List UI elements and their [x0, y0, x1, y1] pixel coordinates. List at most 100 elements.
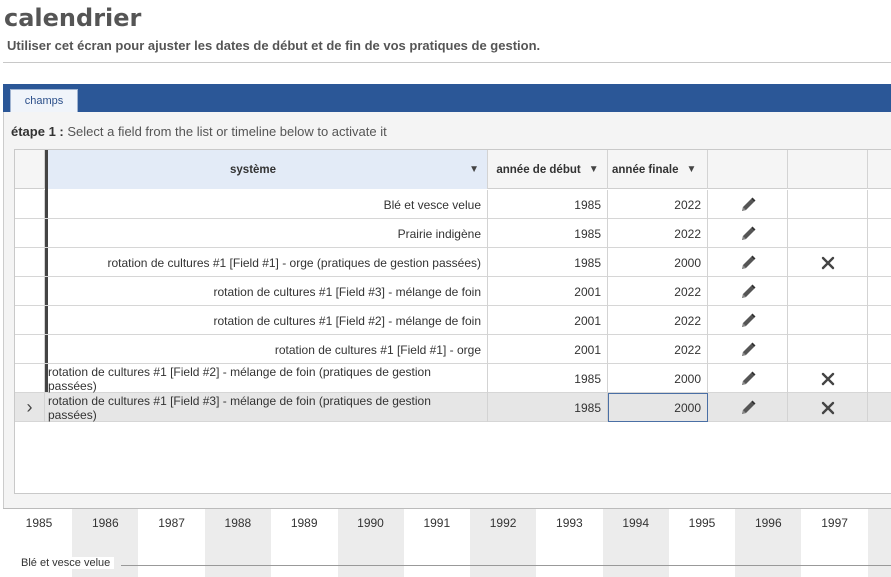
timeline-year-column[interactable]: 1987 — [139, 509, 205, 577]
timeline-year-column[interactable]: 1993 — [536, 509, 602, 577]
cell-start-year[interactable]: 2001 — [488, 306, 608, 335]
filter-icon[interactable]: ▼ — [686, 164, 696, 175]
cell-start-year[interactable]: 1985 — [488, 190, 608, 219]
delete-cell[interactable] — [788, 393, 868, 422]
timeline-year-column[interactable]: 1988 — [204, 509, 271, 577]
edit-button[interactable] — [708, 248, 788, 277]
timeline-row-label[interactable]: Blé et vesce velue — [21, 557, 115, 569]
timeline: 1 1997 1996 1995 1994 1993 1992 1991 1990 1989 198… — [3, 508, 891, 577]
cell-end-year[interactable]: 2022 — [608, 277, 708, 306]
pencil-icon — [739, 225, 757, 243]
chevron-right-icon: › — [26, 397, 33, 417]
timeline-year-column[interactable]: 1994 — [602, 509, 669, 577]
timeline-year-column[interactable]: 1991 — [404, 509, 470, 577]
header-end-year[interactable]: année finale ▼ — [608, 150, 708, 189]
edit-button[interactable] — [708, 277, 788, 306]
close-icon[interactable] — [821, 256, 835, 270]
row-indicator[interactable] — [15, 335, 45, 364]
cell-end-year[interactable]: 2022 — [608, 190, 708, 219]
cell-end-year[interactable]: 2000 — [608, 364, 708, 393]
page-subtitle: Utiliser cet écran pour ajuster les date… — [7, 38, 541, 53]
cell-start-year[interactable]: 1985 — [488, 219, 608, 248]
timeline-year-column[interactable]: 1995 — [669, 509, 735, 577]
delete-cell — [788, 190, 868, 219]
cell-end-year[interactable]: 2022 — [608, 335, 708, 364]
table-row[interactable]: Blé et vesce velue 1985 2022 — [15, 190, 891, 219]
row-indicator[interactable] — [15, 277, 45, 306]
delete-cell — [788, 335, 868, 364]
header-start-year[interactable]: année de début ▼ — [488, 150, 608, 189]
cell-start-year[interactable]: 1985 — [488, 248, 608, 277]
timeline-year-label: 1 — [868, 516, 891, 530]
timeline-year-label: 1986 — [91, 516, 119, 530]
delete-cell — [788, 277, 868, 306]
timeline-year-column[interactable]: 1996 — [735, 509, 802, 577]
table-row[interactable]: rotation de cultures #1 [Field #3] - mél… — [15, 277, 891, 306]
row-indicator[interactable] — [15, 190, 45, 219]
header-system[interactable]: système ▼ — [45, 150, 488, 189]
cell-system[interactable]: rotation de cultures #1 [Field #2] - mél… — [48, 364, 488, 393]
cell-start-year[interactable]: 1985 — [488, 393, 608, 422]
cell-system[interactable]: rotation de cultures #1 [Field #1] - org… — [48, 335, 488, 364]
header-indicator-cell — [15, 150, 45, 189]
edit-button[interactable] — [708, 219, 788, 248]
cell-system[interactable]: rotation de cultures #1 [Field #1] - org… — [48, 248, 488, 277]
edit-button[interactable] — [708, 190, 788, 219]
page-title: calendrier — [4, 4, 142, 32]
cell-system[interactable]: rotation de cultures #1 [Field #3] - mél… — [48, 393, 488, 422]
table-row[interactable]: › rotation de cultures #1 [Field #3] - mé… — [15, 393, 891, 422]
timeline-year-column[interactable]: 1989 — [271, 509, 337, 577]
timeline-year-column[interactable]: 1992 — [470, 509, 537, 577]
row-indicator[interactable] — [15, 248, 45, 277]
delete-cell[interactable] — [788, 364, 868, 393]
cell-start-year[interactable]: 1985 — [488, 364, 608, 393]
edit-button[interactable] — [708, 393, 788, 422]
cell-end-year[interactable]: 2000 — [608, 248, 708, 277]
fields-grid: système ▼ année de début ▼ année finale … — [14, 149, 891, 494]
pencil-icon — [739, 399, 757, 417]
row-indicator[interactable] — [15, 306, 45, 335]
header-start-year-label: année de début — [496, 163, 581, 176]
timeline-year-column[interactable]: 1 — [867, 509, 891, 577]
cell-end-year[interactable]: 2022 — [608, 219, 708, 248]
row-indicator[interactable] — [15, 219, 45, 248]
row-indicator[interactable]: › — [15, 393, 45, 422]
pencil-icon — [739, 283, 757, 301]
cell-start-year[interactable]: 2001 — [488, 335, 608, 364]
delete-cell — [788, 306, 868, 335]
filter-icon[interactable]: ▼ — [589, 164, 599, 175]
table-row[interactable]: Prairie indigène 1985 2022 — [15, 219, 891, 248]
row-indicator[interactable] — [15, 364, 45, 393]
close-icon[interactable] — [821, 401, 835, 415]
table-row[interactable]: rotation de cultures #1 [Field #1] - org… — [15, 335, 891, 364]
table-row[interactable]: rotation de cultures #1 [Field #2] - mél… — [15, 364, 891, 393]
cell-system[interactable]: rotation de cultures #1 [Field #2] - mél… — [48, 306, 488, 335]
close-icon[interactable] — [821, 372, 835, 386]
timeline-year-column[interactable]: 1997 — [802, 509, 868, 577]
table-row[interactable]: rotation de cultures #1 [Field #1] - org… — [15, 248, 891, 277]
cell-system[interactable]: rotation de cultures #1 [Field #3] - mél… — [48, 277, 488, 306]
edit-button[interactable] — [708, 335, 788, 364]
cell-system[interactable]: Prairie indigène — [48, 219, 488, 248]
edit-button[interactable] — [708, 364, 788, 393]
step-instruction: étape 1 : Select a field from the list o… — [11, 124, 387, 139]
tab-champs[interactable]: champs — [10, 89, 78, 112]
header-system-label: système — [230, 163, 277, 176]
delete-cell[interactable] — [788, 248, 868, 277]
cell-end-year[interactable]: 2000 — [608, 393, 708, 422]
cell-system[interactable]: Blé et vesce velue — [48, 190, 488, 219]
header-end-year-label: année finale — [612, 163, 679, 176]
pencil-icon — [739, 196, 757, 214]
timeline-year-label: 1994 — [622, 516, 650, 530]
timeline-year-label: 1996 — [754, 516, 782, 530]
table-row[interactable]: rotation de cultures #1 [Field #2] - mél… — [15, 306, 891, 335]
timeline-year-column[interactable]: 1990 — [337, 509, 404, 577]
cell-start-year[interactable]: 2001 — [488, 277, 608, 306]
step-label: étape 1 : — [11, 124, 64, 139]
cell-end-year[interactable]: 2022 — [608, 306, 708, 335]
pencil-icon — [739, 254, 757, 272]
timeline-year-label: 1993 — [556, 516, 583, 530]
edit-button[interactable] — [708, 306, 788, 335]
timeline-year-label: 1995 — [688, 516, 716, 530]
filter-icon[interactable]: ▼ — [469, 164, 479, 175]
